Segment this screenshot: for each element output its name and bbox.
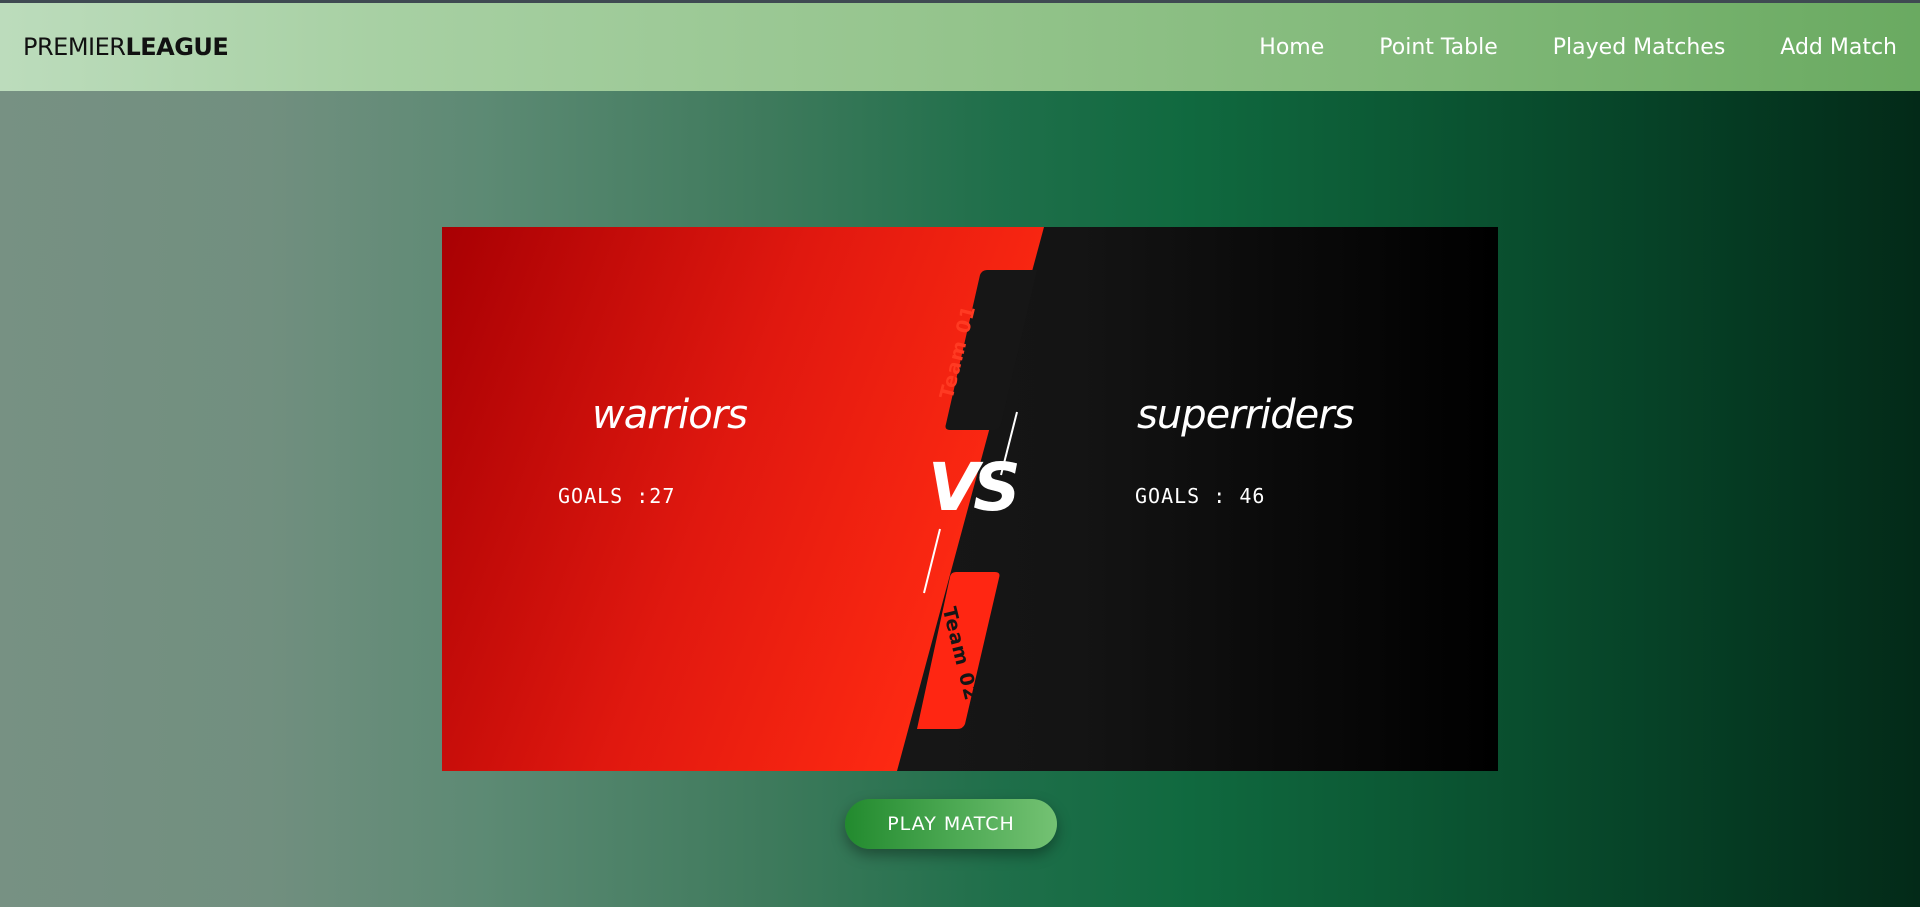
brand-light: PREMIER [23,33,126,61]
match-card: Team 01 Team 02 VS warriors GOALS :27 su… [442,227,1498,771]
nav-home[interactable]: Home [1259,35,1324,60]
play-match-button[interactable]: PLAY MATCH [845,799,1057,849]
navbar: PREMIERLEAGUE Home Point Table Played Ma… [0,3,1920,91]
team1-goals: GOALS :27 [558,484,676,508]
brand-logo[interactable]: PREMIERLEAGUE [23,33,229,61]
nav-add-match[interactable]: Add Match [1780,35,1897,60]
team2-goals: GOALS : 46 [1135,484,1266,508]
vs-label: VS [928,449,1021,526]
team2-name: superriders [1137,392,1354,438]
main-nav: Home Point Table Played Matches Add Matc… [1204,35,1897,60]
brand-bold: LEAGUE [125,33,229,61]
nav-played-matches[interactable]: Played Matches [1553,35,1726,60]
nav-point-table[interactable]: Point Table [1379,35,1498,60]
team1-name: warriors [592,392,748,438]
